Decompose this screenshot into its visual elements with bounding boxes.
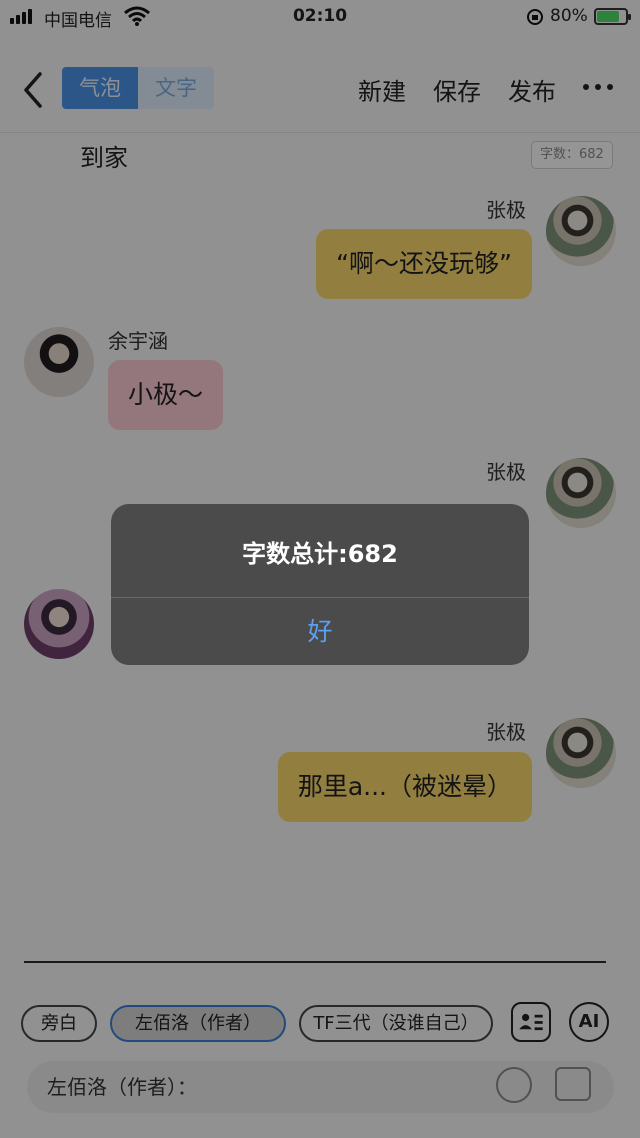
ok-button[interactable]: 好 [111,598,529,665]
alert-message: 字数总计:682 [242,540,398,568]
alert-dialog: 字数总计:682 好 [111,504,529,665]
